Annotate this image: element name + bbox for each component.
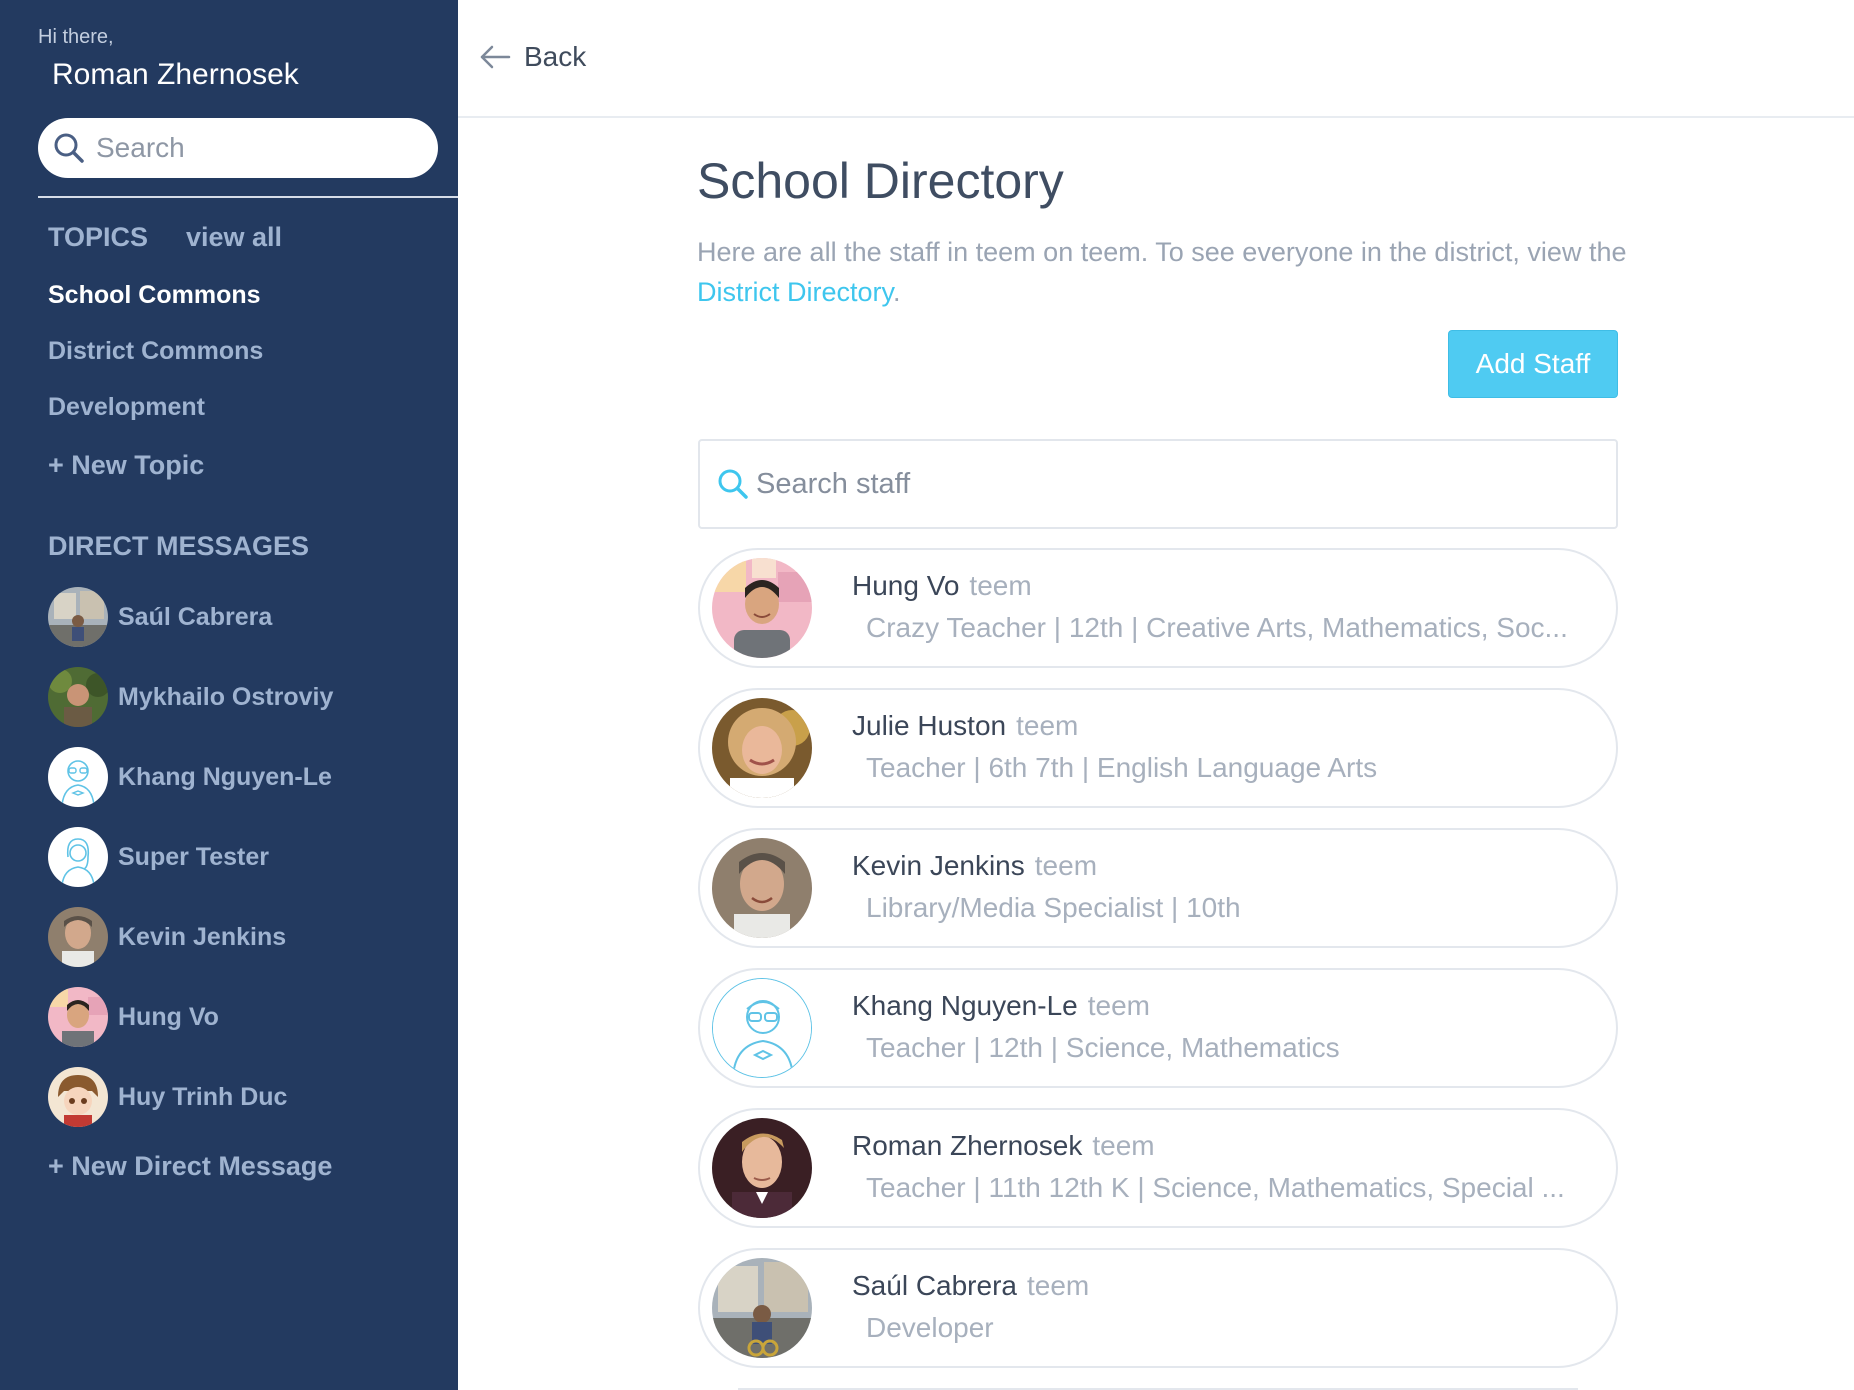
staff-org: teem	[1087, 990, 1150, 1021]
staff-card-hung-vo[interactable]: Hung Vo teem Crazy Teacher | 12th | Creat…	[698, 548, 1618, 668]
avatar	[712, 1258, 812, 1358]
sidebar-item-development[interactable]: Development	[48, 393, 205, 422]
greeting-text: Hi there,	[38, 26, 114, 48]
district-directory-link[interactable]: District Directory	[697, 277, 893, 307]
sidebar-search[interactable]	[38, 118, 438, 178]
staff-description: Crazy Teacher | 12th | Creative Arts, Ma…	[866, 612, 1568, 643]
staff-name-row: Saúl Cabrera teem	[852, 1270, 1089, 1302]
staff-name-row: Julie Huston teem	[852, 710, 1078, 742]
avatar	[712, 978, 812, 1078]
sidebar-item-school-commons[interactable]: School Commons	[48, 281, 261, 310]
sidebar-item-district-commons[interactable]: District Commons	[48, 337, 263, 366]
user-name: Roman Zhernosek	[52, 58, 299, 91]
dm-item-hung-vo[interactable]: Hung Vo	[48, 987, 219, 1047]
dm-name: Huy Trinh Duc	[118, 1082, 288, 1111]
avatar	[48, 907, 108, 967]
staff-org: teem	[1016, 710, 1079, 741]
staff-name-row: Hung Vo teem	[852, 570, 1032, 602]
avatar	[48, 827, 108, 887]
staff-description: Library/Media Specialist | 10th	[866, 892, 1241, 923]
sidebar-search-input[interactable]	[96, 132, 396, 164]
avatar	[48, 747, 108, 807]
arrow-left-icon	[480, 45, 511, 69]
dm-item-saul-cabrera[interactable]: Saúl Cabrera	[48, 587, 272, 647]
dm-name: Kevin Jenkins	[118, 922, 287, 951]
staff-description: Developer	[866, 1312, 994, 1343]
avatar	[712, 698, 812, 798]
staff-name: Julie Huston	[852, 710, 1007, 741]
staff-card-khang-nguyen-le[interactable]: Khang Nguyen-Le teem Teacher | 12th | Sci…	[698, 968, 1618, 1088]
avatar	[712, 838, 812, 938]
intro-end: .	[893, 277, 901, 307]
topics-heading: TOPICS	[48, 222, 149, 252]
staff-search-input[interactable]	[756, 467, 1576, 501]
new-topic-link[interactable]: + New Topic	[48, 450, 204, 481]
staff-name: Roman Zhernosek	[852, 1130, 1083, 1161]
avatar	[48, 667, 108, 727]
staff-description: Teacher | 11th 12th K | Science, Mathema…	[866, 1172, 1565, 1203]
staff-card-kevin-jenkins[interactable]: Kevin Jenkins teem Library/Media Speciali…	[698, 828, 1618, 948]
staff-name-row: Kevin Jenkins teem	[852, 850, 1097, 882]
avatar	[48, 587, 108, 647]
dm-item-kevin-jenkins[interactable]: Kevin Jenkins	[48, 907, 286, 967]
staff-name: Saúl Cabrera	[852, 1270, 1017, 1301]
staff-name-row: Roman Zhernosek teem	[852, 1130, 1155, 1162]
dm-item-mykhailo-ostroviy[interactable]: Mykhailo Ostroviy	[48, 667, 333, 727]
staff-org: teem	[1026, 1270, 1090, 1301]
staff-name: Hung Vo	[852, 570, 960, 601]
staff-card-saul-cabrera[interactable]: Saúl Cabrera teem Developer	[698, 1248, 1618, 1368]
dm-name: Mykhailo Ostroviy	[118, 682, 334, 711]
search-icon	[54, 133, 84, 163]
staff-name-row: Khang Nguyen-Le teem	[852, 990, 1150, 1022]
staff-name: Khang Nguyen-Le	[852, 990, 1078, 1021]
dm-name: Khang Nguyen-Le	[118, 762, 332, 791]
avatar	[48, 1067, 108, 1127]
dm-item-khang-nguyen-le[interactable]: Khang Nguyen-Le	[48, 747, 332, 807]
staff-org: teem	[969, 570, 1032, 601]
add-staff-button[interactable]: Add Staff	[1448, 330, 1618, 398]
dm-item-super-tester[interactable]: Super Tester	[48, 827, 269, 887]
dm-name: Super Tester	[118, 842, 269, 871]
page-title: School Directory	[697, 153, 1064, 209]
dm-name: Hung Vo	[118, 1002, 219, 1031]
sidebar: Hi there, Roman Zhernosek TOPICS view al…	[0, 0, 458, 1390]
dm-name: Saúl Cabrera	[118, 602, 273, 631]
staff-card-roman-zhernosek[interactable]: Roman Zhernosek teem Teacher | 11th 12th …	[698, 1108, 1618, 1228]
staff-search[interactable]	[698, 439, 1618, 529]
direct-messages-heading: DIRECT MESSAGES	[48, 531, 310, 561]
staff-org: teem	[1092, 1130, 1155, 1161]
new-direct-message-link[interactable]: + New Direct Message	[48, 1151, 332, 1182]
back-label: Back	[524, 41, 587, 72]
back-button[interactable]: Back	[478, 40, 586, 74]
staff-description: Teacher | 12th | Science, Mathematics	[866, 1032, 1340, 1063]
search-icon	[718, 469, 748, 499]
staff-org: teem	[1034, 850, 1098, 881]
staff-description: Teacher | 6th 7th | English Language Art…	[866, 752, 1378, 783]
dm-item-huy-trinh-duc[interactable]: Huy Trinh Duc	[48, 1067, 287, 1127]
intro-body: Here are all the staff in teem on teem. …	[697, 237, 1627, 267]
avatar	[712, 558, 812, 658]
top-bar	[458, 0, 1854, 118]
sidebar-divider	[38, 196, 458, 198]
avatar	[712, 1118, 812, 1218]
staff-card-julie-huston[interactable]: Julie Huston teem Teacher | 6th 7th | Eng…	[698, 688, 1618, 808]
avatar	[48, 987, 108, 1047]
staff-name: Kevin Jenkins	[852, 850, 1025, 881]
view-all-link[interactable]: view all	[186, 222, 282, 253]
intro-text: Here are all the staff in teem on teem. …	[697, 232, 1647, 312]
